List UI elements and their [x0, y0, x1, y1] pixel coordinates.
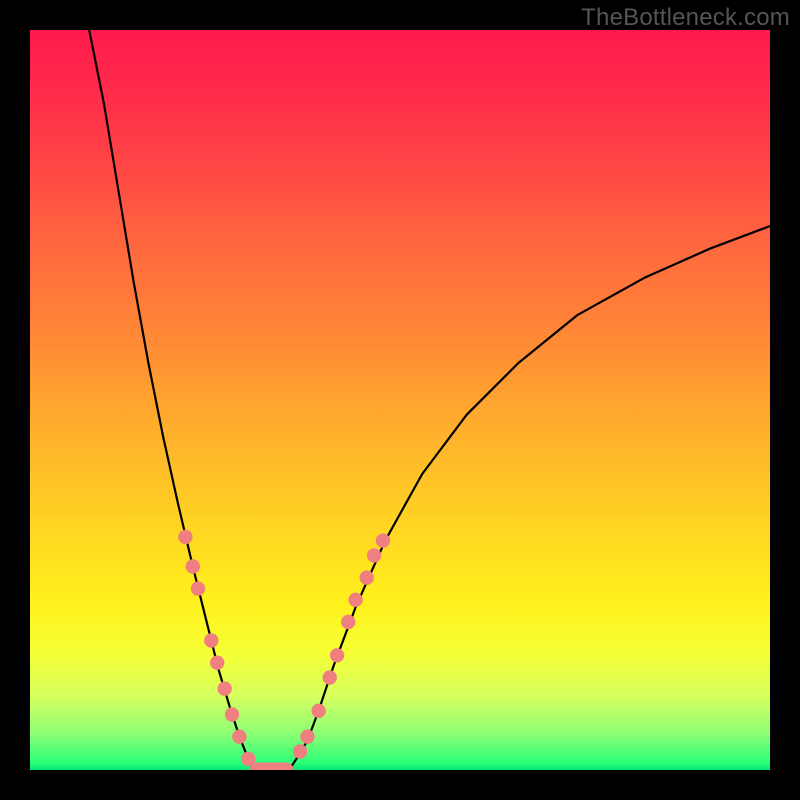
- data-dot: [360, 570, 374, 584]
- curve-group: [89, 30, 770, 770]
- data-dot: [225, 707, 239, 721]
- data-dot: [293, 744, 307, 758]
- curve-svg: [30, 30, 770, 770]
- data-dot: [191, 582, 205, 596]
- data-dot: [330, 648, 344, 662]
- chart-frame: TheBottleneck.com: [0, 0, 800, 800]
- data-dot: [217, 681, 231, 695]
- bottleneck-curve: [89, 30, 770, 770]
- data-dot: [348, 593, 362, 607]
- data-dot: [232, 730, 246, 744]
- data-dot: [204, 633, 218, 647]
- data-dot: [376, 533, 390, 547]
- data-dot: [210, 656, 224, 670]
- data-dot: [341, 615, 355, 629]
- data-dot: [300, 730, 314, 744]
- data-dot: [186, 559, 200, 573]
- plot-area: [30, 30, 770, 770]
- data-dot: [178, 530, 192, 544]
- data-dot: [311, 704, 325, 718]
- marker-group: [178, 530, 390, 770]
- data-dot: [323, 670, 337, 684]
- watermark-text: TheBottleneck.com: [581, 4, 790, 32]
- data-dot: [367, 548, 381, 562]
